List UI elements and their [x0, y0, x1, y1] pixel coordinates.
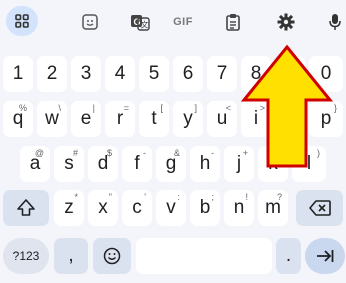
annotation-arrow	[240, 44, 334, 168]
